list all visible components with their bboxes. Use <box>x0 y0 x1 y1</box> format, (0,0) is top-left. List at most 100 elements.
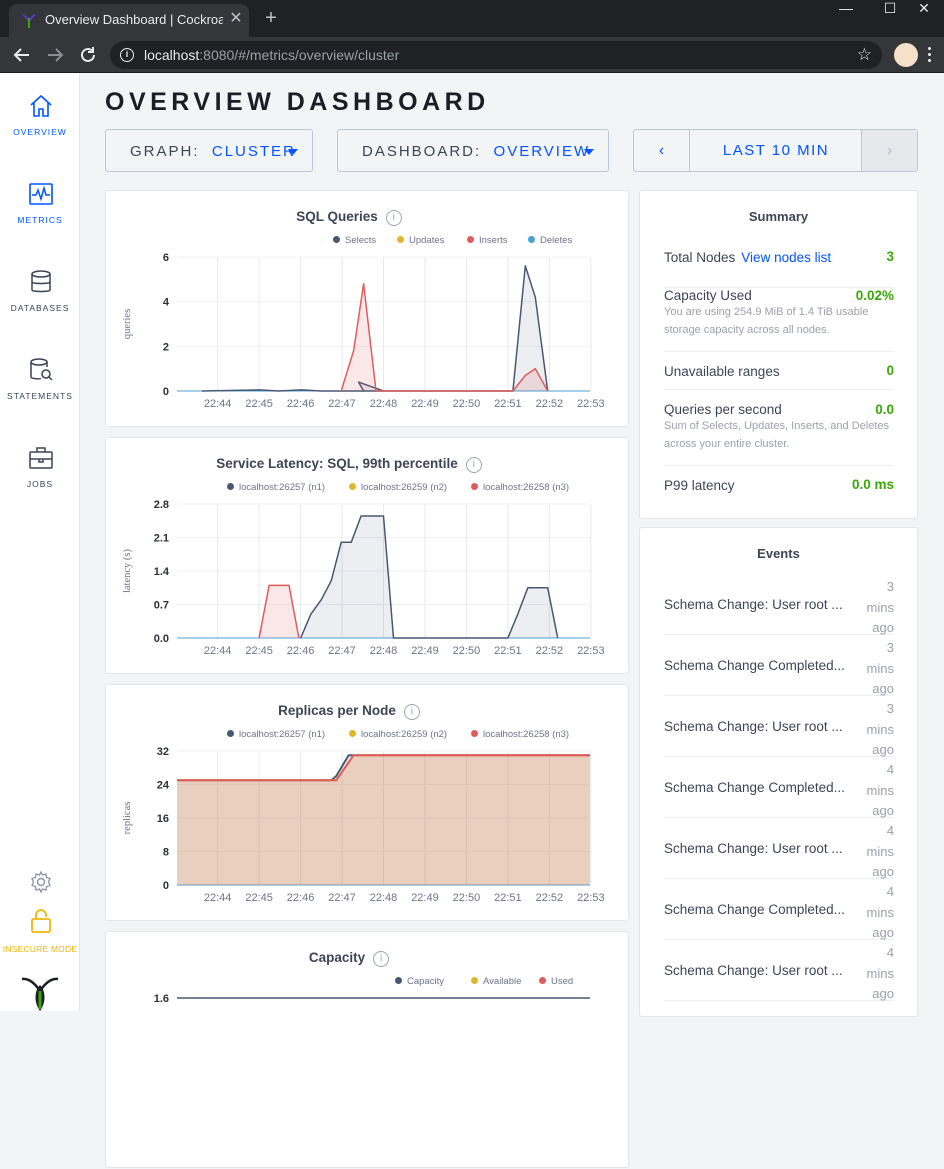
y-tick-label: 6 <box>163 252 169 264</box>
event-row[interactable]: Schema Change: User root ... 4 mins ago <box>664 818 894 879</box>
cockroach-favicon-icon <box>22 14 36 28</box>
gear-icon[interactable] <box>29 870 53 894</box>
summary-description: You are using 254.9 MiB of 1.4 TiB usabl… <box>664 306 869 336</box>
sidebar-item-databases[interactable]: DATABASES <box>0 269 80 339</box>
legend-item: localhost:26258 (n3) <box>471 729 569 740</box>
x-tick-label: 22:52 <box>536 645 564 657</box>
x-tick-label: 22:48 <box>370 892 398 904</box>
sidebar-item-label: STATEMENTS <box>7 391 73 401</box>
y-tick-label: 2.1 <box>154 533 169 545</box>
x-tick-label: 22:48 <box>370 645 398 657</box>
legend-item: localhost:26259 (n2) <box>349 729 447 740</box>
event-time: 4 mins ago <box>866 884 894 940</box>
event-text: Schema Change: User root ... <box>664 963 843 978</box>
event-row[interactable]: Schema Change Completed... 4 mins ago <box>664 879 894 940</box>
legend-item: Used <box>539 976 573 987</box>
info-icon[interactable]: i <box>385 210 402 226</box>
time-next-button[interactable]: › <box>861 130 917 171</box>
legend-item: Deletes <box>528 235 572 246</box>
sidebar-item-metrics[interactable]: METRICS <box>0 181 80 251</box>
event-row[interactable]: Schema Change: User root ... 3 mins ago <box>664 696 894 757</box>
summary-value: 0.02% <box>855 288 894 303</box>
y-tick-label: 8 <box>163 847 169 859</box>
time-prev-button[interactable]: ‹ <box>634 130 690 171</box>
info-icon[interactable]: i <box>465 457 482 473</box>
x-tick-label: 22:46 <box>287 398 315 410</box>
view-nodes-link[interactable]: View nodes list <box>741 250 831 265</box>
chart-card-service-latency: 22:44 22:45 22:46 22:47 22:48 22:49 22:50 22:51… <box>105 437 629 674</box>
event-time: 4 mins ago <box>866 945 894 1001</box>
window-close-icon[interactable]: ✕ <box>904 0 944 20</box>
event-text: Schema Change: User root ... <box>664 719 843 734</box>
x-tick-label: 22:51 <box>494 892 522 904</box>
legend-item: Available <box>471 976 521 987</box>
time-range-selector: ‹ LAST 10 MIN › <box>633 129 918 172</box>
sidebar-item-jobs[interactable]: JOBS <box>0 445 80 515</box>
graph-dropdown[interactable]: GRAPH: CLUSTER <box>105 129 313 172</box>
info-icon[interactable]: i <box>403 704 420 720</box>
legend-dot <box>471 483 478 490</box>
browser-menu-icon[interactable] <box>928 47 932 65</box>
forward-arrow-icon[interactable] <box>43 43 67 67</box>
url-text: localhost:8080/#/metrics/overview/cluste… <box>144 47 400 63</box>
info-icon[interactable]: i <box>373 951 390 967</box>
sidebar-item-statements[interactable]: STATEMENTS <box>0 357 80 427</box>
event-row[interactable]: Schema Change Completed... 4 mins ago <box>664 757 894 818</box>
chart-legend: localhost:26257 (n1) localhost:26259 (n2… <box>106 729 630 743</box>
tab-title: Overview Dashboard | Cockroach <box>45 12 223 27</box>
back-arrow-icon[interactable] <box>10 43 34 67</box>
legend-dot <box>471 977 478 984</box>
x-tick-label: 22:44 <box>204 892 232 904</box>
browser-toolbar: i localhost:8080/#/metrics/overview/clus… <box>0 37 944 73</box>
metrics-icon <box>29 183 53 205</box>
reload-icon[interactable] <box>76 43 100 67</box>
event-row[interactable]: Schema Change Completed... 3 mins ago <box>664 635 894 696</box>
legend-item: Capacity <box>395 976 444 987</box>
x-tick-label: 22:50 <box>453 892 481 904</box>
summary-label: Unavailable ranges <box>664 364 780 379</box>
chart-legend: Capacity Available Used <box>106 976 630 990</box>
browser-tab[interactable]: Overview Dashboard | Cockroach ✕ <box>9 4 249 37</box>
y-tick-label: 2.8 <box>154 499 169 511</box>
summary-label: Queries per second <box>664 402 782 417</box>
x-tick-label: 22:44 <box>204 398 232 410</box>
legend-dot <box>471 730 478 737</box>
legend-item: localhost:26258 (n3) <box>471 482 569 493</box>
x-tick-label: 22:45 <box>245 892 273 904</box>
sidebar-item-overview[interactable]: OVERVIEW <box>0 93 80 163</box>
x-tick-label: 22:48 <box>370 398 398 410</box>
chart-title: Replicas per Node i <box>106 703 592 720</box>
time-range-label[interactable]: LAST 10 MIN <box>690 130 862 171</box>
minimize-icon[interactable]: — <box>826 0 866 20</box>
legend-item: localhost:26259 (n2) <box>349 482 447 493</box>
y-tick-label: 2 <box>163 341 169 353</box>
new-tab-icon[interactable]: + <box>260 8 282 30</box>
event-time: 3 mins ago <box>866 701 894 757</box>
x-tick-label: 22:47 <box>328 398 356 410</box>
y-tick-label: 16 <box>157 813 169 825</box>
dashboard-dropdown-label: DASHBOARD: OVERVIEW <box>362 143 591 160</box>
x-tick-label: 22:50 <box>453 398 481 410</box>
x-tick-label: 22:51 <box>494 645 522 657</box>
event-text: Schema Change Completed... <box>664 780 845 795</box>
event-row[interactable]: Schema Change: User root ... 4 mins ago <box>664 940 894 1001</box>
jobs-icon <box>29 447 53 469</box>
site-info-icon[interactable]: i <box>120 48 134 62</box>
legend-item: localhost:26257 (n1) <box>227 482 325 493</box>
profile-avatar[interactable] <box>894 43 918 67</box>
cockroach-logo-icon[interactable] <box>20 975 60 1011</box>
event-row[interactable]: Schema Change: User root ... 3 mins ago <box>664 574 894 635</box>
x-tick-label: 22:49 <box>411 645 439 657</box>
main-content: OVERVIEW DASHBOARD GRAPH: CLUSTER DASHBO… <box>80 73 944 1168</box>
dashboard-dropdown[interactable]: DASHBOARD: OVERVIEW <box>337 129 609 172</box>
y-axis-label: replicas <box>122 802 133 835</box>
series-line <box>201 265 549 392</box>
address-bar[interactable]: i localhost:8080/#/metrics/overview/clus… <box>110 41 882 69</box>
event-text: Schema Change Completed... <box>664 658 845 673</box>
tab-close-icon[interactable]: ✕ <box>227 10 245 28</box>
x-tick-label: 22:50 <box>453 645 481 657</box>
chevron-down-icon <box>584 149 594 155</box>
legend-item: Selects <box>333 235 376 246</box>
chevron-down-icon <box>288 149 298 155</box>
bookmark-star-icon[interactable]: ☆ <box>857 45 872 65</box>
